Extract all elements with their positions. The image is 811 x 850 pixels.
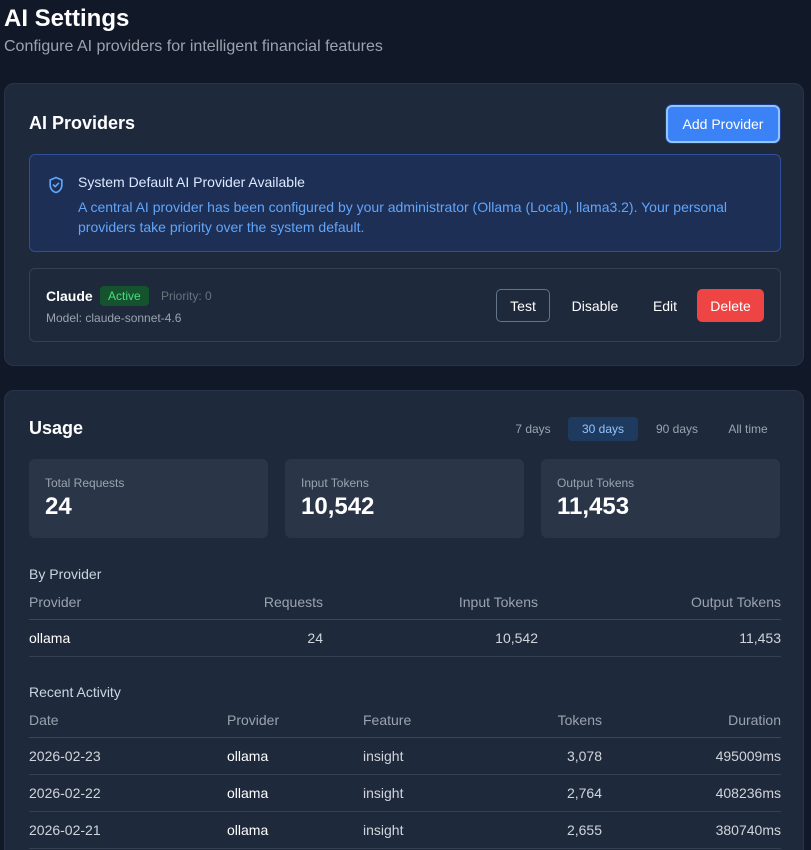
stat-label: Total Requests: [45, 476, 125, 490]
range-tab-7-days[interactable]: 7 days: [505, 417, 561, 441]
edit-button[interactable]: Edit: [640, 289, 690, 322]
cell-date: 2026-02-23: [29, 748, 101, 764]
stat-value: 11,453: [557, 493, 630, 520]
cell-date: 2026-02-22: [29, 785, 101, 801]
range-tab-30-days[interactable]: 30 days: [568, 417, 638, 441]
provider-name: Claude: [46, 288, 93, 304]
notice-title: System Default AI Provider Available: [78, 174, 305, 190]
by-provider-title: By Provider: [29, 566, 102, 582]
provider-row-claude: Claude Active Priority: 0 Model: claude-…: [29, 268, 781, 342]
recent-activity-title: Recent Activity: [29, 684, 121, 700]
stat-value: 10,542: [301, 493, 375, 520]
system-default-notice: System Default AI Provider Available A c…: [29, 154, 781, 252]
cell-provider: ollama: [227, 822, 269, 838]
cell-tokens: 2,764: [566, 785, 602, 801]
notice-body: A central AI provider has been configure…: [78, 199, 728, 235]
stat-label: Input Tokens: [301, 476, 369, 490]
cell-requests: 24: [307, 630, 323, 646]
cell-input-tokens: 10,542: [495, 630, 538, 646]
table-row: 2026-02-23 ollama insight 3,078 495009ms: [29, 738, 781, 775]
provider-model: Model: claude-sonnet-4.6: [46, 311, 182, 325]
ai-providers-title: AI Providers: [29, 113, 136, 133]
table-header: Date Provider Feature Tokens Duration: [29, 707, 781, 738]
ai-providers-card: AI Providers Add Provider System Default…: [4, 83, 804, 366]
cell-feature: insight: [363, 822, 404, 838]
table-row: ollama 24 10,542 11,453: [29, 620, 781, 657]
table-row: 2026-02-22 ollama insight 2,764 408236ms: [29, 775, 781, 812]
cell-output-tokens: 11,453: [739, 630, 781, 646]
cell-feature: insight: [363, 748, 404, 764]
cell-provider: ollama: [227, 785, 269, 801]
page-header: AI Settings Configure AI providers for i…: [4, 4, 383, 56]
stat-label: Output Tokens: [557, 476, 635, 490]
cell-date: 2026-02-21: [29, 822, 101, 838]
cell-provider: ollama: [227, 748, 269, 764]
recent-activity-table: Date Provider Feature Tokens Duration 20…: [29, 707, 781, 849]
table-row: 2026-02-21 ollama insight 2,655 380740ms: [29, 812, 781, 849]
range-tab-90-days[interactable]: 90 days: [645, 417, 709, 441]
usage-title: Usage: [29, 418, 84, 438]
disable-button[interactable]: Disable: [560, 289, 630, 322]
usage-card: Usage 7 days 30 days 90 days All time To…: [4, 390, 804, 850]
range-tab-all-time[interactable]: All time: [717, 417, 779, 441]
stat-input-tokens: Input Tokens 10,542: [285, 459, 524, 538]
shield-check-icon: [46, 175, 66, 195]
page-title: AI Settings: [4, 5, 130, 32]
cell-duration: 380740ms: [715, 822, 781, 838]
status-badge: Active: [100, 286, 149, 306]
table-header: Provider Requests Input Tokens Output To…: [29, 589, 781, 620]
cell-tokens: 3,078: [566, 748, 602, 764]
cell-tokens: 2,655: [566, 822, 602, 838]
stat-output-tokens: Output Tokens 11,453: [541, 459, 780, 538]
cell-duration: 495009ms: [715, 748, 781, 764]
delete-button[interactable]: Delete: [697, 289, 764, 322]
page-subtitle: Configure AI providers for intelligent f…: [4, 38, 383, 55]
cell-feature: insight: [363, 785, 404, 801]
cell-duration: 408236ms: [715, 785, 781, 801]
add-provider-button[interactable]: Add Provider: [666, 105, 780, 143]
test-button[interactable]: Test: [496, 289, 550, 322]
provider-priority: Priority: 0: [161, 289, 212, 303]
by-provider-table: Provider Requests Input Tokens Output To…: [29, 589, 781, 657]
stat-total-requests: Total Requests 24: [29, 459, 268, 538]
stat-value: 24: [45, 493, 72, 520]
cell-provider: ollama: [29, 630, 71, 646]
